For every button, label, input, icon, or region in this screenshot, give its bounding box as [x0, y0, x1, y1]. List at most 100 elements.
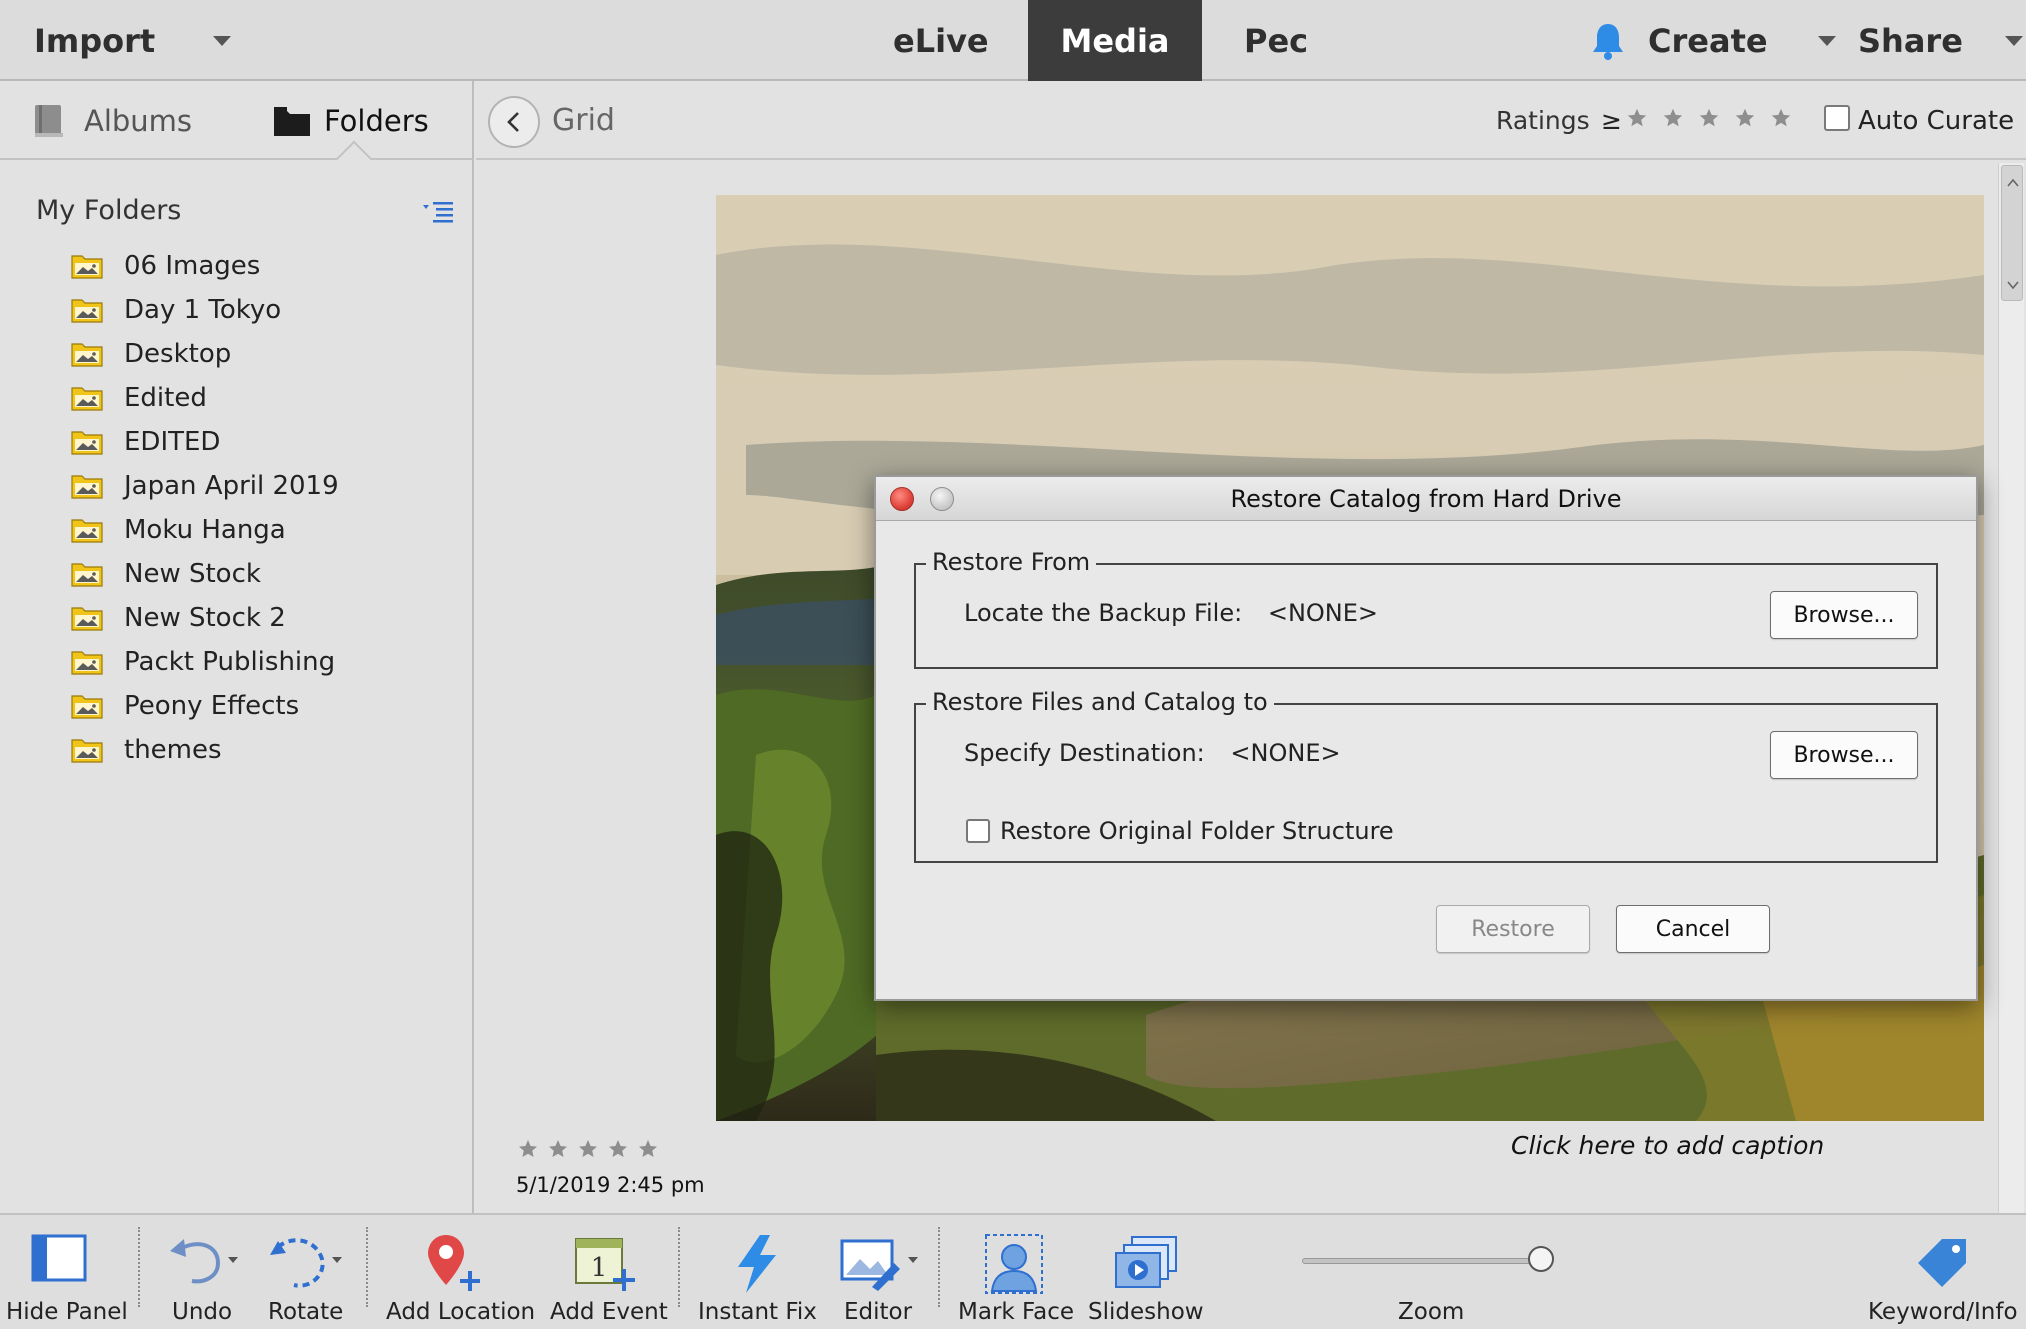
- tab-elive-label: eLive: [893, 21, 989, 60]
- folder-item[interactable]: 06 Images: [70, 244, 470, 288]
- face-recognition-icon: [985, 1234, 1043, 1294]
- dialog-titlebar[interactable]: Restore Catalog from Hard Drive: [876, 477, 1976, 521]
- mark-face-button[interactable]: Mark Face: [956, 1215, 1075, 1329]
- tab-elive[interactable]: eLive: [893, 0, 989, 81]
- folder-list: 06 Images Day 1 Tokyo Desktop Edited EDITED J…: [70, 244, 470, 772]
- folder-icon: [274, 106, 310, 136]
- folder-item[interactable]: Packt Publishing: [70, 640, 470, 684]
- tag-icon: [1918, 1239, 1966, 1287]
- share-menu[interactable]: Share: [1858, 0, 2023, 81]
- tab-albums[interactable]: Albums: [32, 81, 192, 160]
- back-button[interactable]: [488, 96, 540, 148]
- image-folder-icon: [71, 607, 103, 631]
- folder-item[interactable]: EDITED: [70, 420, 470, 464]
- view-title: Grid: [552, 103, 615, 138]
- instant-fix-button[interactable]: Instant Fix: [696, 1215, 818, 1329]
- slideshow-icon: [1115, 1236, 1177, 1288]
- lightning-bolt-icon: [738, 1235, 776, 1293]
- mark-face-label: Mark Face: [958, 1299, 1075, 1325]
- folder-item[interactable]: Day 1 Tokyo: [70, 288, 470, 332]
- slideshow-label: Slideshow: [1088, 1299, 1204, 1325]
- hide-panel-label: Hide Panel: [6, 1299, 128, 1325]
- ratings-label: Ratings: [1496, 106, 1590, 135]
- folder-item[interactable]: New Stock 2: [70, 596, 470, 640]
- editor-label: Editor: [844, 1299, 913, 1325]
- bottom-toolbar: Hide Panel Undo Rotate Add Location 1 Ad…: [0, 1213, 2026, 1329]
- folder-item[interactable]: New Stock: [70, 552, 470, 596]
- rotate-button[interactable]: Rotate: [264, 1215, 354, 1329]
- notifications-bell[interactable]: [1590, 0, 1626, 81]
- keyword-info-button[interactable]: Keyword/Info: [1866, 1215, 2026, 1329]
- tab-pec[interactable]: Pec: [1244, 0, 1308, 81]
- destination-label: Specify Destination: <NONE>: [964, 739, 1341, 767]
- destination-value: <NONE>: [1230, 739, 1341, 767]
- tab-media[interactable]: Media: [1028, 0, 1202, 81]
- chevron-down-icon: [213, 35, 232, 46]
- chevron-left-icon: [507, 112, 519, 132]
- image-folder-icon: [71, 739, 103, 763]
- folder-label: Edited: [124, 383, 207, 413]
- image-folder-icon: [71, 343, 103, 367]
- folder-label: New Stock: [124, 559, 261, 589]
- undo-label: Undo: [172, 1299, 233, 1325]
- add-location-button[interactable]: Add Location: [384, 1215, 535, 1329]
- folder-label: Desktop: [124, 339, 232, 369]
- editor-icon: [840, 1239, 918, 1291]
- dialog-title: Restore Catalog from Hard Drive: [1230, 485, 1622, 513]
- toolbar-separator: [938, 1227, 940, 1307]
- folder-item[interactable]: Peony Effects: [70, 684, 470, 728]
- zoom-slider-track[interactable]: [1302, 1258, 1542, 1264]
- photo-caption[interactable]: Click here to add caption: [1511, 1131, 1824, 1160]
- image-folder-icon: [71, 475, 103, 499]
- rotate-icon: [270, 1238, 342, 1288]
- restore-folder-structure-checkbox[interactable]: [966, 819, 990, 843]
- hide-panel-button[interactable]: Hide Panel: [0, 1215, 128, 1329]
- location-pin-icon: [428, 1235, 480, 1291]
- rating-filter-star-1[interactable]: [1626, 107, 1648, 129]
- browse-destination-button[interactable]: Browse...: [1770, 731, 1918, 779]
- folder-label: 06 Images: [124, 251, 261, 281]
- scrollbar-thumb[interactable]: [2001, 165, 2023, 301]
- image-folder-icon: [71, 431, 103, 455]
- folder-item[interactable]: themes: [70, 728, 470, 772]
- folder-item[interactable]: Japan April 2019: [70, 464, 470, 508]
- photo-date: 5/1/2019 2:45 pm: [516, 1173, 705, 1197]
- grid-scrollbar[interactable]: [1998, 163, 2024, 1213]
- auto-curate-label: Auto Curate: [1858, 105, 2015, 136]
- browse-backup-button[interactable]: Browse...: [1770, 591, 1918, 639]
- auto-curate-checkbox[interactable]: [1824, 105, 1850, 131]
- bell-icon: [1593, 23, 1623, 60]
- undo-button[interactable]: Undo: [160, 1215, 240, 1329]
- rating-filter-star-4[interactable]: [1734, 107, 1756, 129]
- toolbar-separator: [366, 1227, 368, 1307]
- image-folder-icon: [71, 651, 103, 675]
- create-menu[interactable]: Create: [1648, 0, 1836, 81]
- folder-label: EDITED: [124, 427, 221, 457]
- chevron-down-icon: [2004, 35, 2023, 46]
- image-folder-icon: [71, 299, 103, 323]
- restore-button[interactable]: Restore: [1436, 905, 1590, 953]
- toolbar-separator: [678, 1227, 680, 1307]
- folder-item[interactable]: Desktop: [70, 332, 470, 376]
- folder-item[interactable]: Moku Hanga: [70, 508, 470, 552]
- folder-label: themes: [124, 735, 222, 765]
- cancel-button[interactable]: Cancel: [1616, 905, 1770, 953]
- rotate-label: Rotate: [268, 1299, 344, 1325]
- tab-albums-label: Albums: [84, 103, 193, 138]
- photo-rating-stars[interactable]: [518, 1139, 668, 1161]
- hide-panel-icon: [31, 1234, 87, 1282]
- folder-item[interactable]: Edited: [70, 376, 470, 420]
- zoom-slider-knob[interactable]: [1528, 1246, 1554, 1272]
- folder-label: Peony Effects: [124, 691, 300, 721]
- editor-button[interactable]: Editor: [836, 1215, 926, 1329]
- slideshow-button[interactable]: Slideshow: [1088, 1215, 1204, 1329]
- rating-filter-star-5[interactable]: [1770, 107, 1792, 129]
- left-panel: Albums Folders My Folders 06 Images Day 1…: [0, 81, 474, 1213]
- image-folder-icon: [71, 563, 103, 587]
- rating-filter-star-2[interactable]: [1662, 107, 1684, 129]
- add-event-button[interactable]: 1 Add Event: [548, 1215, 672, 1329]
- add-event-label: Add Event: [550, 1299, 668, 1325]
- folder-view-options-icon[interactable]: [422, 195, 456, 225]
- import-menu[interactable]: Import: [34, 0, 232, 81]
- rating-filter-star-3[interactable]: [1698, 107, 1720, 129]
